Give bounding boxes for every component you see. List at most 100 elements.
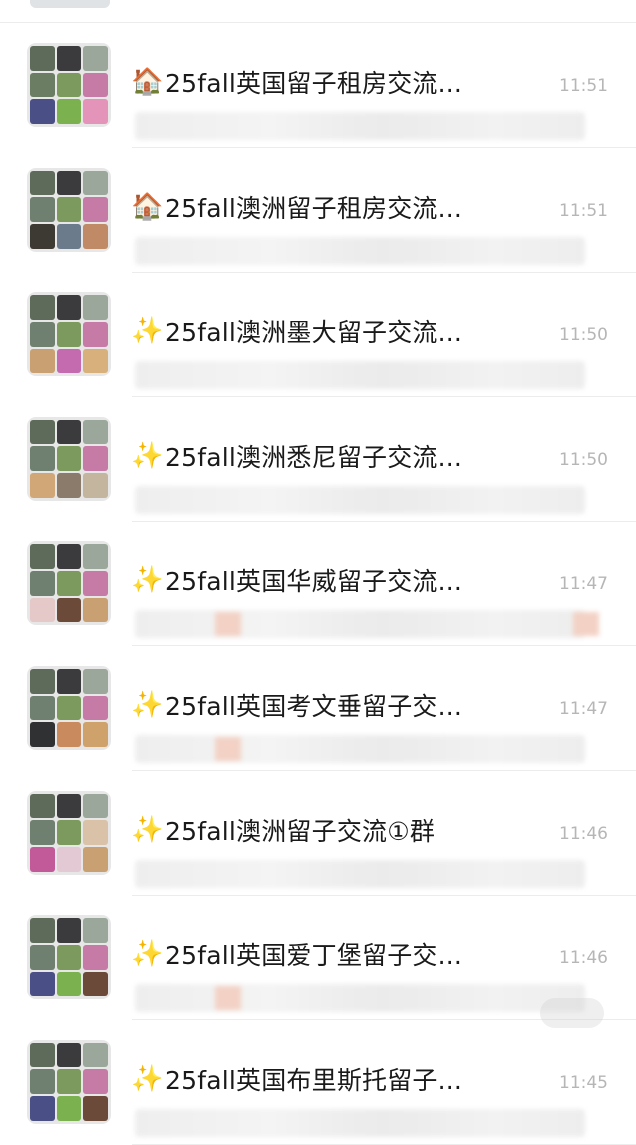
- avatar-tile: [30, 918, 55, 943]
- blurred-message-preview: [135, 859, 585, 888]
- chat-title-text: 25fall英国布里斯托留子...: [165, 1065, 463, 1095]
- chat-title-text: 25fall英国华威留子交流...: [165, 567, 463, 597]
- avatar-tile: [56, 793, 82, 819]
- group-avatar: [27, 541, 111, 626]
- avatar-tile: [83, 793, 108, 819]
- avatar-tile: [56, 170, 82, 196]
- watermark-badge: [540, 998, 604, 1028]
- avatar-tile: [56, 695, 82, 721]
- avatar-tile: [56, 197, 82, 222]
- avatar-tile: [83, 321, 108, 347]
- avatar-tile: [30, 473, 55, 498]
- avatar-tile: [56, 1096, 82, 1121]
- avatar-tile: [30, 971, 55, 997]
- sparkles-icon: ✨: [131, 1063, 164, 1094]
- avatar-tile: [83, 722, 108, 747]
- avatar-tile: [56, 571, 82, 596]
- chat-title-text: 25fall澳洲悉尼留子交流...: [165, 442, 463, 472]
- avatar-tile: [56, 348, 82, 374]
- avatar-tile: [30, 669, 55, 694]
- sparkles-icon: ✨: [131, 316, 164, 347]
- sparkles-icon: ✨: [131, 690, 164, 720]
- chat-title: ✨ 25fall英国华威留子交流...: [131, 560, 462, 600]
- chat-title-text: 25fall英国留子租房交流...: [165, 69, 463, 98]
- avatar-tile: [30, 321, 55, 347]
- avatar-tile: [83, 419, 108, 445]
- house-icon: 🏠: [131, 191, 164, 222]
- sparkles-icon: ✨: [131, 565, 164, 596]
- avatar-tile: [83, 597, 108, 623]
- blurred-message-preview: [135, 1108, 585, 1137]
- avatar-tile: [56, 918, 82, 943]
- chat-row[interactable]: ✨ 25fall澳洲墨大留子交流... 11:50: [0, 273, 636, 398]
- avatar-tile: [30, 223, 55, 249]
- avatar-tile: [83, 170, 108, 196]
- avatar-tile: [83, 446, 108, 472]
- preview-blot: [215, 737, 241, 761]
- chat-row[interactable]: ✨ 25fall澳洲悉尼留子交流... 11:50: [0, 398, 636, 522]
- chat-row[interactable]: ✨ 25fall澳洲留子交流①群 11:46: [0, 772, 636, 896]
- blurred-message-preview: [135, 236, 585, 265]
- chat-row[interactable]: ✨ 25fall英国布里斯托留子... 11:45: [0, 1021, 636, 1145]
- avatar-edge: [30, 0, 110, 8]
- avatar-tile: [30, 1096, 55, 1121]
- chat-title: ✨ 25fall澳洲留子交流①群: [131, 810, 435, 850]
- avatar-tile: [30, 72, 55, 98]
- avatar-tile: [56, 1042, 82, 1068]
- avatar-tile: [56, 544, 82, 570]
- chat-title: ✨ 25fall澳洲悉尼留子交流...: [131, 436, 462, 476]
- avatar-tile: [30, 944, 55, 970]
- chat-time: 11:46: [559, 823, 608, 844]
- group-avatar: [27, 915, 111, 1000]
- chat-row[interactable]: ✨ 25fall英国华威留子交流... 11:47: [0, 522, 636, 647]
- avatar-tile: [83, 820, 108, 845]
- avatar-tile: [56, 846, 82, 872]
- group-avatar: [27, 666, 111, 750]
- avatar-tile: [83, 1042, 108, 1068]
- chat-row[interactable]: ✨ 25fall英国考文垂留子交... 11:47: [0, 647, 636, 771]
- avatar-tile: [30, 348, 55, 374]
- blurred-message-preview: [135, 610, 599, 639]
- chat-title: 🏠 25fall澳洲留子租房交流...: [131, 187, 462, 227]
- avatar-tile: [83, 971, 108, 997]
- avatar-tile: [56, 446, 82, 472]
- blurred-message-preview: [135, 485, 585, 514]
- avatar-tile: [83, 669, 108, 694]
- avatar-tile: [30, 597, 55, 623]
- chat-title: 🏠 25fall英国留子租房交流...: [131, 62, 462, 102]
- avatar-tile: [83, 918, 108, 943]
- avatar-tile: [56, 669, 82, 694]
- house-icon: 🏠: [131, 67, 164, 97]
- avatar-tile: [83, 1069, 108, 1095]
- avatar-tile: [30, 820, 55, 845]
- blurred-message-preview: [135, 735, 585, 763]
- avatar-tile: [30, 419, 55, 445]
- avatar-tile: [83, 223, 108, 249]
- avatar-tile: [56, 944, 82, 970]
- preview-blot: [215, 612, 241, 637]
- avatar-tile: [30, 1069, 55, 1095]
- group-avatar: [27, 167, 111, 252]
- chat-time: 11:51: [559, 200, 608, 221]
- avatar-tile: [30, 197, 55, 222]
- sparkles-icon: ✨: [131, 814, 164, 845]
- avatar-tile: [83, 695, 108, 721]
- avatar-tile: [56, 223, 82, 249]
- avatar-tile: [30, 295, 55, 320]
- chat-row[interactable]: ✨ 25fall英国爱丁堡留子交... 11:46: [0, 896, 636, 1021]
- chat-time: 11:50: [559, 325, 608, 346]
- avatar-tile: [30, 846, 55, 872]
- chat-row[interactable]: 🏠 25fall澳洲留子租房交流... 11:51: [0, 149, 636, 273]
- chat-title-text: 25fall英国考文垂留子交...: [165, 692, 463, 721]
- avatar-tile: [56, 46, 82, 71]
- avatar-tile: [83, 473, 108, 498]
- chat-title-text: 25fall澳洲留子交流①群: [165, 816, 436, 846]
- chat-title: ✨ 25fall英国考文垂留子交...: [131, 685, 462, 725]
- chat-row[interactable]: 🏠 25fall英国留子租房交流... 11:51: [0, 24, 636, 148]
- group-avatar: [27, 1039, 111, 1124]
- avatar-tile: [30, 170, 55, 196]
- blurred-message-preview: [135, 361, 585, 390]
- preview-blot: [215, 986, 241, 1011]
- avatar-tile: [83, 1096, 108, 1121]
- avatar-tile: [30, 46, 55, 71]
